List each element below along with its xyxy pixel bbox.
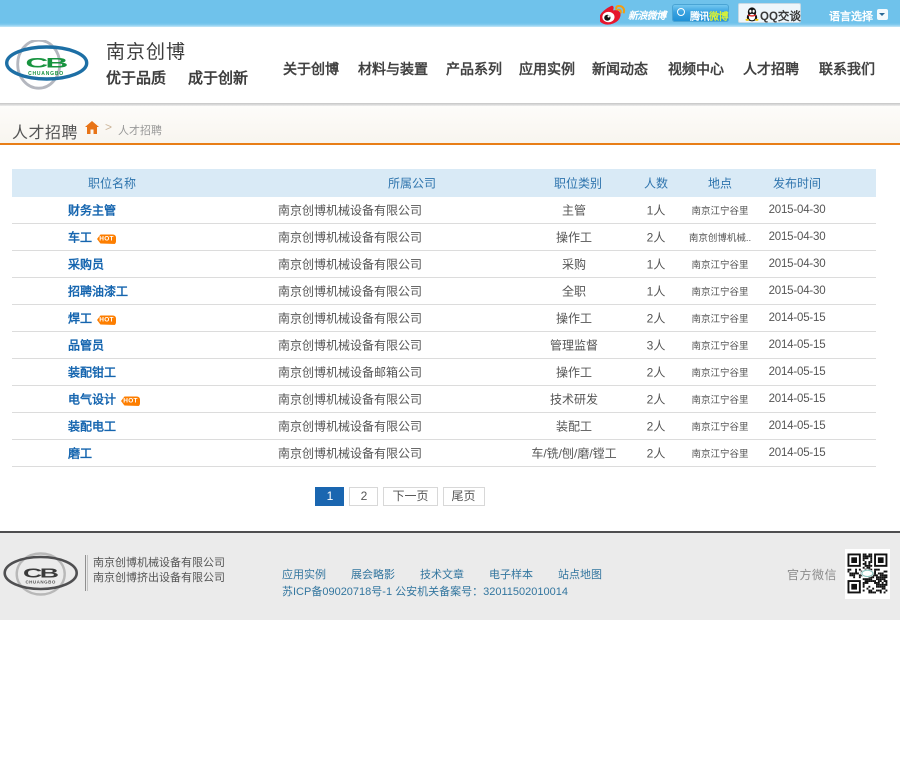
svg-text:CB: CB — [23, 566, 59, 580]
svg-text:CB: CB — [26, 55, 68, 71]
svg-text:CHUANGBO: CHUANGBO — [28, 71, 64, 77]
svg-text:CHUANGBO: CHUANGBO — [25, 580, 56, 585]
